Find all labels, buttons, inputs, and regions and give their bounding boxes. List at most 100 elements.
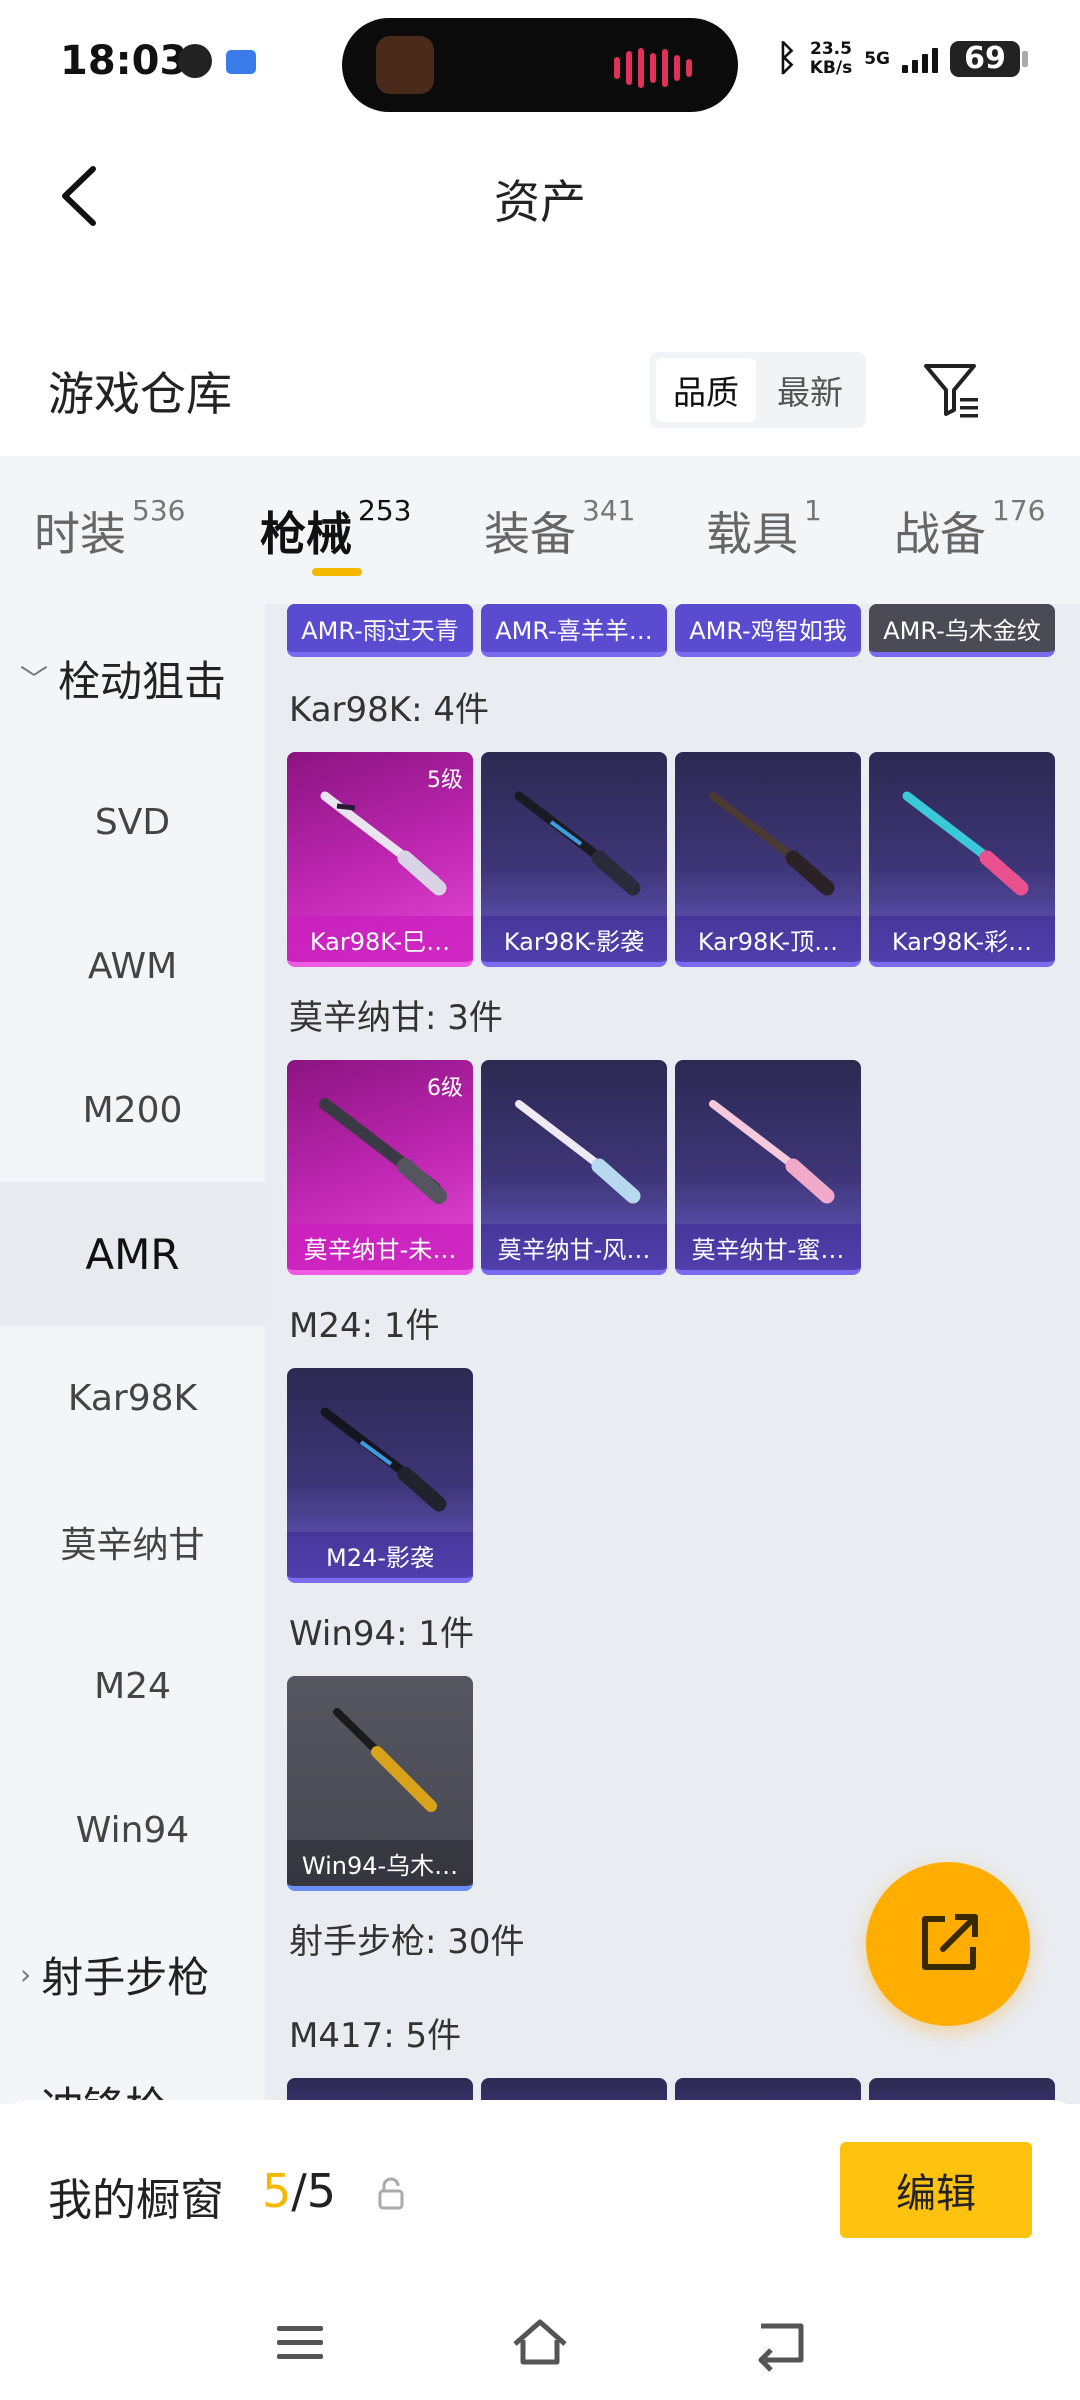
sidebar-item-m200[interactable]: M200 [0, 1038, 265, 1182]
dynamic-island[interactable] [342, 18, 738, 112]
message-icon [226, 50, 256, 74]
weapon-card[interactable]: AMR-雨过天青 [287, 604, 473, 657]
tab-label: 时装 [34, 507, 126, 561]
weapon-card[interactable]: 莫辛纳甘-蜜… [675, 1060, 861, 1275]
share-icon [922, 1914, 978, 1970]
tab-supplies[interactable]: 战备 176 [894, 494, 1045, 564]
weapon-card[interactable]: Kar98K-顶… [675, 752, 861, 967]
tab-equipment[interactable]: 装备 341 [484, 494, 635, 564]
rifle-icon [709, 792, 835, 896]
weapon-card[interactable]: AMR-鸡智如我 [675, 604, 861, 657]
tab-count: 536 [132, 494, 186, 527]
rifle-icon [319, 1098, 447, 1204]
back-icon[interactable] [745, 2312, 815, 2372]
weapon-card-label: Kar98K-巳… [287, 916, 473, 962]
weapon-card-label: AMR-乌木金纹 [869, 604, 1055, 652]
page-title: 资产 [494, 175, 586, 229]
showcase-bar: 我的橱窗 5/5 编辑 [0, 2100, 1080, 2290]
sidebar-item-kar98k[interactable]: Kar98K [0, 1326, 265, 1470]
tab-count: 341 [582, 494, 636, 527]
sort-latest-button[interactable]: 最新 [760, 358, 860, 422]
section-title-mosin: 莫辛纳甘: 3件 [289, 998, 503, 1038]
status-right: ᛒ 23.5 KB/s 5G 69 [776, 38, 1028, 79]
sidebar-group-marksman[interactable]: › 射手步枪 [20, 1914, 209, 2034]
rifle-icon [514, 791, 641, 896]
tab-label: 战备 [894, 507, 986, 561]
weapon-card-label: 莫辛纳甘-未… [287, 1224, 473, 1270]
home-icon[interactable] [505, 2312, 575, 2372]
weapon-card-label: AMR-鸡智如我 [675, 604, 861, 652]
rifle-icon [320, 1407, 447, 1512]
tab-fashion[interactable]: 时装 536 [34, 494, 185, 564]
chevron-down-icon: ﹀ [20, 663, 49, 696]
sidebar-group-label: 射手步枪 [41, 1952, 210, 2002]
audio-wave-icon [614, 48, 692, 88]
edit-button[interactable]: 编辑 [840, 2142, 1032, 2238]
weapon-card[interactable]: Win94-乌木… [287, 1676, 473, 1891]
weapon-card-label: 莫辛纳甘-蜜… [675, 1224, 861, 1270]
section-title-m417: M417: 5件 [289, 2016, 462, 2056]
tab-count: 253 [358, 494, 412, 527]
weapon-sidebar: ﹀ 栓动狙击 SVD AWM M200 AMR Kar98K 莫辛纳甘 M24 … [0, 604, 265, 2104]
weapon-card-label: Kar98K-彩… [869, 916, 1055, 962]
weapon-card[interactable]: M24-影袭 [287, 1368, 473, 1583]
rifle-icon [320, 791, 447, 896]
weapon-card[interactable]: AMR-乌木金纹 [869, 604, 1055, 657]
sidebar-item-amr[interactable]: AMR [0, 1182, 265, 1326]
menu-icon[interactable] [265, 2312, 335, 2372]
tab-vehicles[interactable]: 载具 1 [706, 494, 822, 564]
system-nav-bar [0, 2290, 1080, 2400]
showcase-total: /5 [291, 2164, 337, 2218]
status-left-icons [178, 44, 256, 78]
lock-icon [378, 2177, 404, 2210]
weapon-card-label: 莫辛纳甘-风… [481, 1224, 667, 1270]
sidebar-group-smg[interactable]: › 冲锋枪 [20, 2044, 167, 2105]
signal-icon [902, 45, 938, 73]
globe-icon [178, 44, 212, 78]
sort-quality-button[interactable]: 品质 [656, 358, 756, 422]
sidebar-item-awm[interactable]: AWM [0, 894, 265, 1038]
section-title-win94: Win94: 1件 [289, 1614, 475, 1654]
weapon-card-label: M24-影袭 [287, 1532, 473, 1578]
tab-count: 1 [804, 494, 822, 527]
speed-unit: KB/s [809, 57, 853, 78]
weapon-card[interactable]: Kar98K-影袭 [481, 752, 667, 967]
weapon-card[interactable]: 6级 莫辛纳甘-未… [287, 1060, 473, 1275]
sidebar-item-svd[interactable]: SVD [0, 750, 265, 894]
rifle-icon [709, 1100, 835, 1204]
weapon-card[interactable]: 5级 Kar98K-巳… [287, 752, 473, 967]
sidebar-group-bolt-action[interactable]: ﹀ 栓动狙击 [20, 618, 226, 738]
app-icon [376, 36, 434, 94]
sidebar-item-m24[interactable]: M24 [0, 1614, 265, 1758]
battery-icon: 69 [950, 40, 1028, 77]
section-title-kar98k: Kar98K: 4件 [289, 690, 489, 730]
tab-guns[interactable]: 枪械 253 [260, 494, 411, 564]
showcase-current: 5 [262, 2164, 292, 2218]
chevron-right-icon: › [20, 1957, 32, 1991]
weapon-card[interactable]: Kar98K-彩… [869, 752, 1055, 967]
rifle-icon [902, 791, 1029, 896]
weapon-card[interactable]: 莫辛纳甘-风… [481, 1060, 667, 1275]
filter-button[interactable] [918, 356, 988, 426]
battery-level: 69 [964, 41, 1006, 76]
sidebar-group-label: 栓动狙击 [58, 656, 227, 706]
status-bar: 18:03 ᛒ 23.5 KB/s 5G 69 [0, 0, 1080, 130]
speed-value: 23.5 [809, 38, 852, 59]
rifle-icon [515, 1100, 641, 1204]
showcase-count: 5/5 [262, 2164, 336, 2218]
status-time: 18:03 [60, 38, 188, 84]
sidebar-item-mosin[interactable]: 莫辛纳甘 [0, 1470, 265, 1614]
weapon-card-label: AMR-喜羊羊… [481, 604, 667, 652]
filter-icon [924, 364, 978, 418]
share-button[interactable] [866, 1862, 1030, 2026]
sidebar-item-win94[interactable]: Win94 [0, 1758, 265, 1902]
weapon-card-label: Win94-乌木… [287, 1840, 473, 1886]
section-title-marksman: 射手步枪: 30件 [289, 1922, 525, 1962]
tab-label: 枪械 [260, 507, 352, 561]
weapon-card-label: AMR-雨过天青 [287, 604, 473, 652]
bluetooth-icon: ᛒ [776, 38, 798, 79]
weapon-card[interactable]: AMR-喜羊羊… [481, 604, 667, 657]
network-speed: 23.5 KB/s [809, 38, 853, 78]
tab-label: 载具 [706, 507, 798, 561]
weapon-card-label: Kar98K-影袭 [481, 916, 667, 962]
